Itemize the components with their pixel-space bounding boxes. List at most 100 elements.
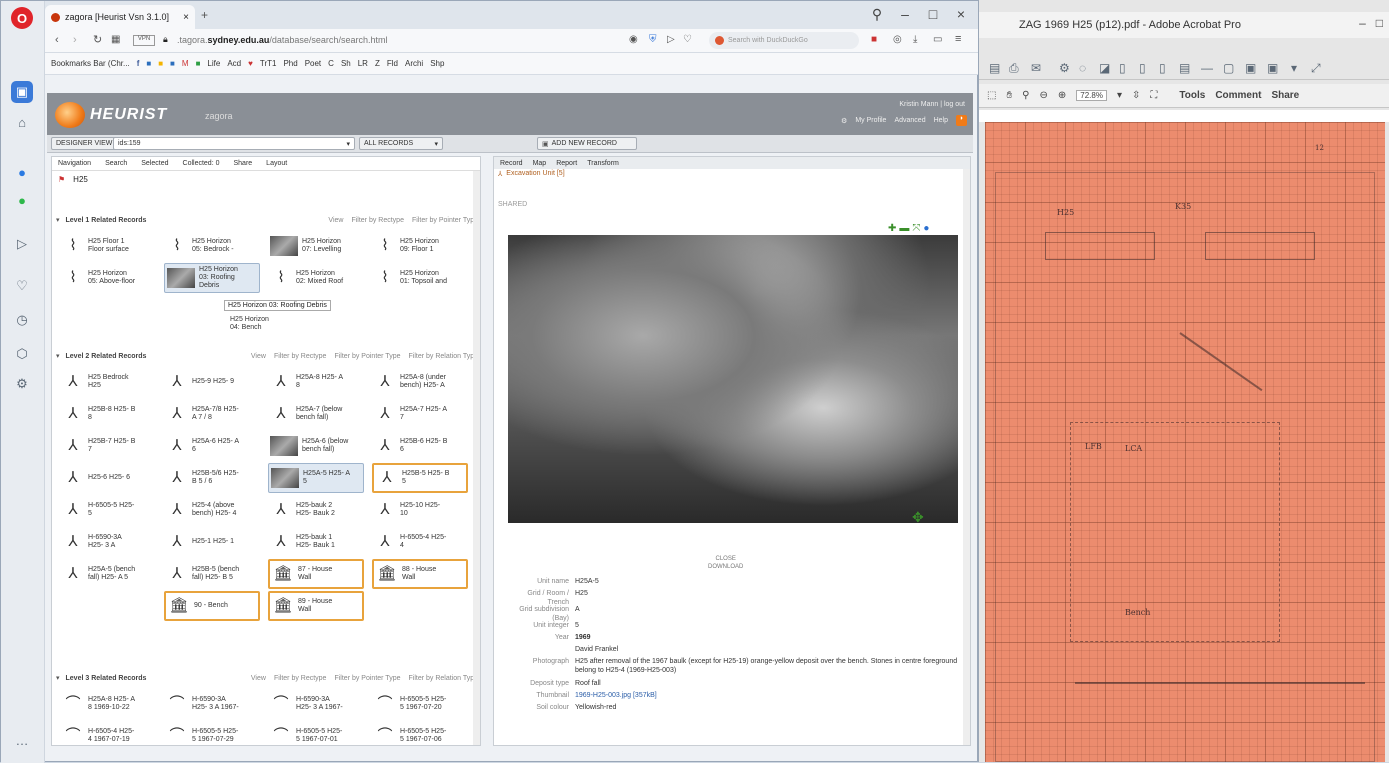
view-link[interactable]: View: [328, 217, 343, 224]
settings-icon[interactable]: ⚙: [11, 373, 33, 395]
related-record-card[interactable]: ⌒ H-6590-3A H25- 3 A 1967-: [164, 689, 260, 719]
related-record-card[interactable]: ⌒ H-6505-5 H25- 5 1967-07-06: [372, 721, 468, 745]
related-record-card[interactable]: ⅄ H-6505-4 H25- 4: [372, 527, 468, 557]
zoom-in-icon[interactable]: ⊕: [1058, 90, 1066, 101]
facebook-icon[interactable]: f: [137, 59, 140, 68]
related-record-card[interactable]: 🏛︎ 88 - House Wall: [372, 559, 468, 589]
help-link[interactable]: Help: [934, 117, 948, 124]
add-record-button[interactable]: ▣ ADD NEW RECORD: [537, 137, 637, 150]
note-icon[interactable]: ◪: [1099, 61, 1110, 75]
fit-icon[interactable]: ⤧: [912, 223, 920, 234]
bookmark-icon[interactable]: ■: [170, 59, 175, 68]
related-record-card[interactable]: H25 Horizon 07: Levelling: [268, 231, 364, 261]
comment-button[interactable]: Comment: [1215, 90, 1261, 101]
flow-icon[interactable]: ▷: [11, 233, 33, 255]
browser-tab[interactable]: zagora [Heurist Vsn 3.1.0] ×: [45, 5, 195, 29]
more-icon[interactable]: ▾: [1291, 61, 1297, 75]
zoom-tool-icon[interactable]: ⚲: [1022, 90, 1029, 101]
zoom-out-icon[interactable]: ⊖: [1039, 90, 1047, 101]
search-query-input[interactable]: ids:159 ▾: [113, 137, 355, 150]
url-field[interactable]: .tagora.sydney.edu.au/database/search/se…: [177, 35, 387, 45]
search-box[interactable]: Search with DuckDuckGo: [709, 32, 859, 49]
related-record-card[interactable]: ⅄ H25B-8 H25- B8: [60, 399, 156, 429]
extensions-icon[interactable]: ⬡: [11, 343, 33, 365]
related-record-card[interactable]: H25 Horizon 03: Roofing Debris: [164, 263, 260, 293]
filter-rectype-link[interactable]: Filter by Rectype: [351, 217, 404, 224]
tab-search[interactable]: Search: [105, 160, 127, 167]
related-record-card[interactable]: ⅄ H25A-8 H25- A8: [268, 367, 364, 397]
whatsapp-icon[interactable]: ●: [11, 189, 33, 211]
filter-rectype-link[interactable]: Filter by Rectype: [274, 675, 327, 682]
reload-icon[interactable]: ↻: [93, 33, 102, 46]
breadcrumb-text[interactable]: H25: [73, 175, 88, 184]
bookmark-folder[interactable]: Z: [375, 59, 380, 68]
more-icon[interactable]: …: [11, 729, 33, 751]
view-link[interactable]: View: [251, 675, 266, 682]
related-record-card[interactable]: ⌇ H25 Horizon 05: Above-floor: [60, 263, 156, 293]
bookmark-folder[interactable]: TrT1: [260, 59, 277, 68]
scan-icon[interactable]: ▣: [1245, 61, 1256, 75]
bookmark-folder[interactable]: Poet: [305, 59, 321, 68]
info-icon[interactable]: ●: [923, 223, 929, 234]
related-record-card[interactable]: ⌒ H-6505-5 H25- 5 1967-07-20: [372, 689, 468, 719]
menu-icon[interactable]: ≡: [955, 33, 961, 45]
related-record-card[interactable]: ⅄ H25-1 H25- 1: [164, 527, 260, 557]
share-button[interactable]: Share: [1271, 90, 1299, 101]
export-icon[interactable]: ▯: [1139, 61, 1146, 75]
related-record-card[interactable]: ⅄ H25A-7/8 H25- A 7 / 8: [164, 399, 260, 429]
collapse-icon[interactable]: ▾: [56, 352, 60, 360]
bookmark-icon[interactable]: ■: [146, 59, 151, 68]
related-record-card[interactable]: ⌇ H25 Horizon 02: Mixed Roof: [268, 263, 364, 293]
maximize-icon[interactable]: □: [1376, 16, 1383, 30]
right-scrollbar[interactable]: [963, 169, 970, 745]
related-record-card[interactable]: ⌇ H25 Horizon 05: Bedrock -: [164, 231, 260, 261]
new-tab-icon[interactable]: +: [201, 8, 208, 22]
related-record-card[interactable]: ⌒ H25A-8 H25- A8 1969-10-22: [60, 689, 156, 719]
collapse-icon[interactable]: ▾: [56, 674, 60, 682]
related-record-card[interactable]: ⅄ H25-10 H25- 10: [372, 495, 468, 525]
download-icon[interactable]: ⤓: [913, 34, 917, 45]
pan-arrows-icon[interactable]: ✥: [912, 509, 924, 526]
maximize-icon[interactable]: □: [919, 6, 947, 22]
related-record-card[interactable]: ⅄ H25A-7 (below bench fall): [268, 399, 364, 429]
related-record-card[interactable]: 🏛︎ 89 - House Wall: [268, 591, 364, 621]
zoom-field[interactable]: 72.8%: [1076, 90, 1107, 101]
tab-navigation[interactable]: Navigation: [58, 160, 91, 167]
forward-icon[interactable]: ›: [73, 34, 77, 46]
related-record-card[interactable]: ⅄ H25B-6 H25- B6: [372, 431, 468, 461]
bookmark-folder[interactable]: C: [328, 59, 334, 68]
view-link[interactable]: View: [251, 353, 266, 360]
designer-view-button[interactable]: DESIGNER VIEW: [51, 137, 118, 150]
record-photo[interactable]: [508, 235, 958, 523]
bookmark-folder[interactable]: Acd: [227, 59, 241, 68]
close-tab-icon[interactable]: ×: [183, 12, 189, 23]
tab-transform[interactable]: Transform: [587, 160, 619, 167]
bookmark-icon[interactable]: ■: [196, 59, 201, 68]
field-value[interactable]: 1969-H25-003.jpg [357kB]: [575, 691, 657, 700]
related-record-card[interactable]: ⅄ H-6590-3A H25- 3 A: [60, 527, 156, 557]
related-record-card[interactable]: ⌇ H25 Horizon 01: Topsoil and: [372, 263, 468, 293]
related-record-card[interactable]: ⅄ H-6505-5 H25- 5: [60, 495, 156, 525]
bookmark-folder[interactable]: Archi: [405, 59, 423, 68]
related-record-card[interactable]: H25 Horizon 04: Bench: [228, 309, 324, 339]
tab-record[interactable]: Record: [500, 160, 523, 167]
bookmark-folder[interactable]: Fld: [387, 59, 398, 68]
form-icon[interactable]: ▤: [1179, 61, 1190, 75]
tab-report[interactable]: Report: [556, 160, 577, 167]
speed-dial-button-icon[interactable]: ▦: [111, 34, 120, 45]
messenger-icon[interactable]: ●: [11, 161, 33, 183]
collapse-icon[interactable]: ▾: [56, 216, 60, 224]
search-tabs-icon[interactable]: ⚲: [863, 6, 891, 23]
pages-icon[interactable]: ▯: [1119, 61, 1126, 75]
related-record-card[interactable]: ⅄ H25A-6 H25- A6: [164, 431, 260, 461]
filter-pointer-link[interactable]: Filter by Pointer Type: [334, 353, 400, 360]
zoom-out-icon[interactable]: ▬: [899, 223, 909, 234]
gmail-icon[interactable]: M: [182, 59, 189, 68]
history-icon[interactable]: ◷: [11, 309, 33, 331]
related-record-card[interactable]: ⅄ H25A-8 (under bench) H25- A: [372, 367, 468, 397]
filter-pointer-link[interactable]: Filter by Pointer Type: [412, 217, 478, 224]
back-icon[interactable]: ‹: [55, 34, 59, 46]
fit-page-icon[interactable]: ⇳: [1132, 90, 1140, 101]
related-record-card[interactable]: ⅄ H25-6 H25- 6: [60, 463, 156, 493]
related-record-card[interactable]: ⅄ H25B-7 H25- B7: [60, 431, 156, 461]
